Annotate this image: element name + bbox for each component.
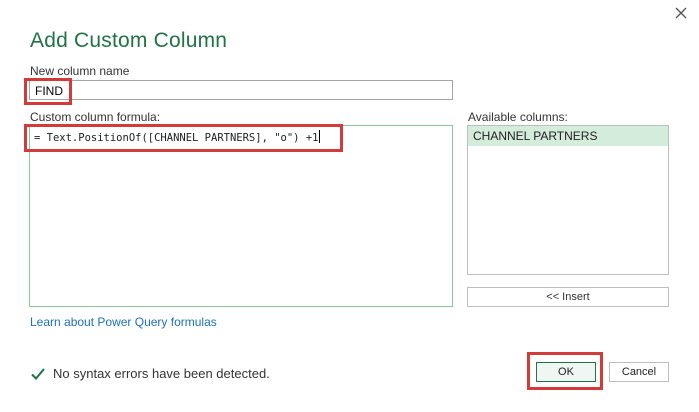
text-cursor bbox=[319, 130, 321, 143]
column-item-channel-partners[interactable]: CHANNEL PARTNERS bbox=[468, 126, 668, 146]
ok-button[interactable]: OK bbox=[536, 362, 596, 382]
custom-formula-editor[interactable] bbox=[29, 125, 453, 307]
new-column-name-input[interactable] bbox=[29, 80, 453, 100]
formula-text[interactable]: = Text.PositionOf([CHANNEL PARTNERS], "o… bbox=[34, 130, 321, 144]
syntax-status-text: No syntax errors have been detected. bbox=[53, 366, 270, 381]
new-column-name-label: New column name bbox=[30, 64, 130, 78]
dialog-title: Add Custom Column bbox=[30, 29, 228, 52]
insert-button[interactable]: << Insert bbox=[467, 287, 669, 307]
cancel-button[interactable]: Cancel bbox=[609, 362, 669, 382]
close-icon[interactable] bbox=[672, 4, 690, 22]
custom-formula-label: Custom column formula: bbox=[30, 110, 161, 124]
checkmark-icon bbox=[31, 368, 45, 380]
available-columns-label: Available columns: bbox=[468, 110, 568, 124]
available-columns-list[interactable] bbox=[467, 125, 669, 275]
formula-value: = Text.PositionOf([CHANNEL PARTNERS], "o… bbox=[34, 132, 319, 144]
learn-power-query-link[interactable]: Learn about Power Query formulas bbox=[30, 315, 217, 329]
